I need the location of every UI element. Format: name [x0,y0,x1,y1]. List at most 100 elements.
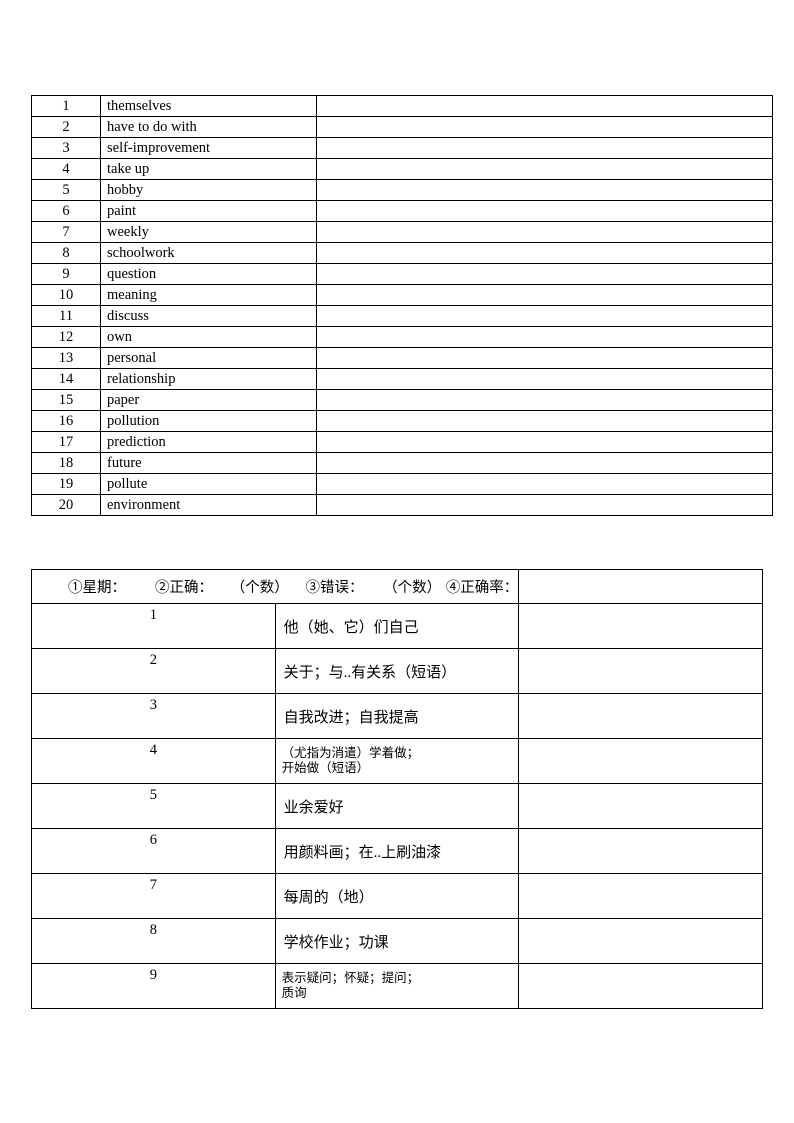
vocabulary-word: paint [100,200,317,222]
stats-header-right-cell [518,569,763,604]
answer-blank-cell[interactable] [316,494,773,516]
answer-blank-cell[interactable] [316,326,773,348]
stats-header-left-cell: ①星期： ②正确： （个数） ③错误： （个数） ④正确率： [30,569,520,604]
chinese-meaning-line: 开始做（短语） [281,761,370,775]
stats-header-line: ①星期： ②正确： （个数） ③错误： （个数） ④正确率： [32,576,518,597]
row-number: 6 [31,200,101,222]
answer-blank-cell[interactable] [316,158,773,180]
table-row: 16 pollution [31,410,773,432]
row-number: 2 [31,648,276,694]
answer-blank-cell[interactable] [316,263,773,285]
answer-blank-cell[interactable] [518,828,763,874]
row-number: 10 [31,284,101,306]
table-row: 11 discuss [31,305,773,327]
chinese-meaning-line: （尤指为消遣）学着做； [281,746,420,760]
vocabulary-word: personal [100,347,317,369]
chinese-meaning: 学校作业；功课 [274,918,520,964]
row-number: 9 [31,263,101,285]
row-number: 12 [31,326,101,348]
vocabulary-word: environment [100,494,317,516]
correct-unit-label: （个数） [230,580,289,596]
chinese-meaning: （尤指为消遣）学着做； 开始做（短语） [274,738,520,784]
answer-blank-cell[interactable] [316,200,773,222]
table-row: 8 学校作业；功课 [31,918,763,964]
vocabulary-table: 1 themselves 2 have to do with 3 self-improve… [31,95,773,516]
chinese-meaning: 每周的（地） [274,873,520,919]
answer-blank-cell[interactable] [316,431,773,453]
chinese-meaning: 自我改进；自我提高 [274,693,520,739]
stats-header-row: ①星期： ②正确： （个数） ③错误： （个数） ④正确率： [30,569,763,604]
answer-blank-cell[interactable] [316,137,773,159]
answer-blank-cell[interactable] [518,963,763,1009]
chinese-meaning: 业余爱好 [274,783,520,829]
vocabulary-word: pollute [100,473,317,495]
answer-blank-cell[interactable] [518,738,763,784]
row-number: 13 [31,347,101,369]
row-number: 5 [31,179,101,201]
row-number: 16 [31,410,101,432]
vocabulary-word: pollution [100,410,317,432]
vocabulary-word: take up [100,158,317,180]
table-row: 13 personal [31,347,773,369]
vocabulary-word: prediction [100,431,317,453]
row-number: 15 [31,389,101,411]
wrong-label: ③错误： [305,580,364,596]
chinese-meaning-line: 用颜料画；在..上刷油漆 [283,844,442,861]
answer-blank-cell[interactable] [316,368,773,390]
meaning-table: ①星期： ②正确： （个数） ③错误： （个数） ④正确率： 1 他（她、它）们自… [30,569,763,1009]
answer-blank-cell[interactable] [316,452,773,474]
chinese-meaning: 关于；与..有关系（短语） [274,648,520,694]
row-number: 8 [31,242,101,264]
table-row: 19 pollute [31,473,773,495]
answer-blank-cell[interactable] [316,473,773,495]
row-number: 17 [31,431,101,453]
vocabulary-word: hobby [100,179,317,201]
answer-blank-cell[interactable] [316,242,773,264]
vocabulary-word: future [100,452,317,474]
row-number: 5 [31,783,276,829]
answer-blank-cell[interactable] [316,284,773,306]
vocabulary-word: own [100,326,317,348]
chinese-meaning: 表示疑问；怀疑；提问； 质询 [274,963,520,1009]
answer-blank-cell[interactable] [316,305,773,327]
vocabulary-word: relationship [100,368,317,390]
wrong-unit-label: （个数） [383,580,442,596]
answer-blank-cell[interactable] [316,95,773,117]
row-number: 4 [31,738,276,784]
table-row: 4 （尤指为消遣）学着做； 开始做（短语） [31,738,763,784]
chinese-meaning-line: 关于；与..有关系（短语） [283,664,457,681]
chinese-meaning: 他（她、它）们自己 [274,603,520,649]
row-number: 19 [31,473,101,495]
vocabulary-word: discuss [100,305,317,327]
vocabulary-word: schoolwork [100,242,317,264]
answer-blank-cell[interactable] [316,389,773,411]
answer-blank-cell[interactable] [316,116,773,138]
answer-blank-cell[interactable] [518,648,763,694]
answer-blank-cell[interactable] [316,221,773,243]
table-row: 1 他（她、它）们自己 [31,603,763,649]
answer-blank-cell[interactable] [518,873,763,919]
answer-blank-cell[interactable] [316,179,773,201]
answer-blank-cell[interactable] [518,783,763,829]
table-row: 7 weekly [31,221,773,243]
table-row: 3 self-improvement [31,137,773,159]
table-row: 18 future [31,452,773,474]
answer-blank-cell[interactable] [518,603,763,649]
row-number: 6 [31,828,276,874]
answer-blank-cell[interactable] [518,693,763,739]
table-row: 6 paint [31,200,773,222]
vocabulary-word: have to do with [100,116,317,138]
table-row: 10 meaning [31,284,773,306]
vocabulary-word: meaning [100,284,317,306]
row-number: 2 [31,116,101,138]
table-row: 12 own [31,326,773,348]
chinese-meaning: 用颜料画；在..上刷油漆 [274,828,520,874]
chinese-meaning-line: 自我改进；自我提高 [283,709,419,726]
row-number: 20 [31,494,101,516]
vocabulary-word: paper [100,389,317,411]
answer-blank-cell[interactable] [316,347,773,369]
answer-blank-cell[interactable] [316,410,773,432]
vocabulary-table-body: 1 themselves 2 have to do with 3 self-improve… [31,95,773,516]
answer-blank-cell[interactable] [518,918,763,964]
table-row: 9 表示疑问；怀疑；提问； 质询 [31,963,763,1009]
